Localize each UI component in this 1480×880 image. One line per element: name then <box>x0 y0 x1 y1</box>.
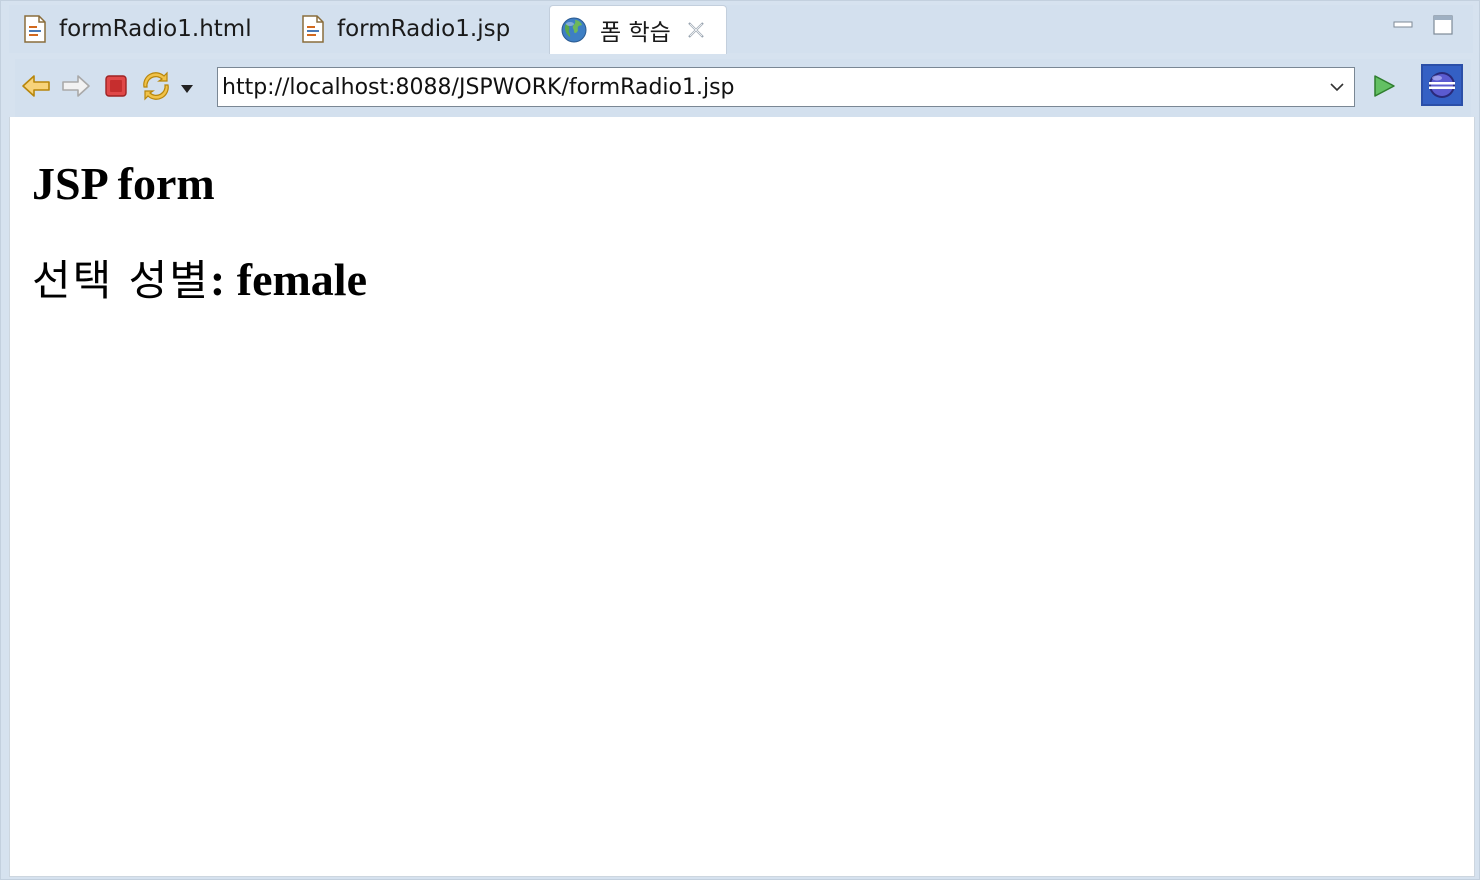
eclipse-browser-icon <box>1421 64 1463 110</box>
gender-label: 선택 성별 <box>32 256 210 305</box>
tab-formradio1-html[interactable]: formRadio1.html <box>23 5 273 53</box>
globe-icon <box>560 16 588 44</box>
url-dropdown-icon[interactable] <box>1320 69 1354 105</box>
browser-toolbar <box>15 59 1471 117</box>
forward-button[interactable] <box>59 71 93 105</box>
chevron-down-icon <box>180 79 194 98</box>
back-button[interactable] <box>19 71 53 105</box>
forward-arrow-icon <box>61 73 91 103</box>
maximize-button[interactable] <box>1431 13 1455 37</box>
stop-icon <box>104 74 128 102</box>
back-arrow-icon <box>21 73 51 103</box>
html-file-icon <box>23 15 47 43</box>
url-input[interactable] <box>218 69 1320 105</box>
page-viewport: JSP form 선택 성별: female <box>9 117 1475 877</box>
jsp-file-icon <box>301 15 325 43</box>
refresh-icon <box>141 71 171 105</box>
tab-formradio1-jsp[interactable]: formRadio1.jsp <box>301 5 551 53</box>
gender-value: female <box>236 254 368 305</box>
go-button[interactable] <box>1367 71 1401 105</box>
go-icon <box>1371 73 1397 103</box>
selected-gender-line: 선택 성별: female <box>32 247 367 308</box>
stop-button[interactable] <box>99 71 133 105</box>
editor-tab-strip: formRadio1.html formRadio1.jsp 폼 학습 <box>9 5 1473 54</box>
gender-separator: : <box>209 254 237 305</box>
tab-label: formRadio1.jsp <box>337 16 511 42</box>
eclipse-browser-button[interactable] <box>1421 64 1463 110</box>
history-dropdown-button[interactable] <box>173 71 201 105</box>
page-heading: JSP form <box>32 158 215 209</box>
close-tab-icon[interactable] <box>685 19 707 41</box>
refresh-button[interactable] <box>139 71 173 105</box>
tab-label: formRadio1.html <box>59 16 252 42</box>
browser-window: formRadio1.html formRadio1.jsp 폼 학습 http… <box>0 0 1480 880</box>
tab-form-study[interactable]: 폼 학습 <box>549 5 727 54</box>
url-bar <box>217 67 1355 107</box>
tab-label: 폼 학습 <box>600 20 671 46</box>
minimize-button[interactable] <box>1391 13 1415 37</box>
